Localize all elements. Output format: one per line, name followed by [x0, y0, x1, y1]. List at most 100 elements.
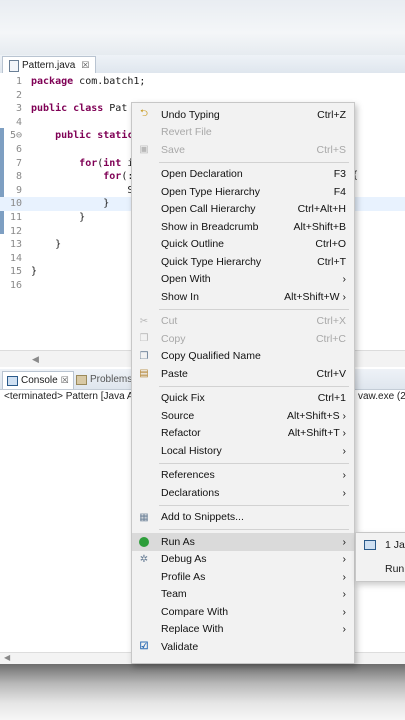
line-number: 12 — [9, 225, 22, 237]
menu-item-label: Quick Outline — [161, 238, 225, 251]
menu-item-accelerator: › — [342, 588, 347, 601]
menu-item-label: Validate — [161, 640, 199, 653]
menu-separator — [159, 308, 349, 310]
menu-item-accelerator: › — [342, 273, 347, 286]
menu-item-accelerator: › — [342, 553, 347, 566]
menu-item-label: References — [161, 469, 215, 482]
menu-item-quick-type-hierarchy[interactable]: Quick Type Hierarchy Ctrl+T — [132, 253, 354, 271]
submenu-item[interactable]: Run C — [356, 559, 405, 579]
menu-item-label: Copy — [161, 332, 186, 345]
line-number: 15 — [9, 266, 22, 278]
code-text: public static — [55, 130, 134, 142]
menu-item-label: Team — [161, 588, 187, 601]
menu-item-accelerator: › — [342, 535, 347, 548]
menu-item-open-declaration[interactable]: Open Declaration F3 — [132, 166, 354, 184]
tab-console[interactable]: Console ☒ — [2, 371, 74, 389]
close-icon[interactable]: ☒ — [81, 60, 89, 71]
java-app-icon — [364, 540, 376, 550]
menu-item-label: Open Declaration — [161, 168, 243, 181]
menu-item-open-with[interactable]: Open With › — [132, 271, 354, 289]
tab-problems[interactable]: Problems — [72, 371, 136, 388]
close-icon[interactable]: ☒ — [61, 375, 69, 386]
menu-item-label: Replace With — [161, 623, 224, 636]
code-text: } — [31, 212, 86, 223]
menu-item-quick-outline[interactable]: Quick Outline Ctrl+O — [132, 236, 354, 254]
menu-item-label: Open Type Hierarchy — [161, 185, 261, 198]
context-menu: ⮌ Undo Typing Ctrl+Z Revert File ▣ Save Ctrl+S… — [131, 102, 355, 664]
copy-icon: ❐ — [139, 333, 149, 345]
menu-item-copy-qualified-name[interactable]: ❐ Copy Qualified Name — [132, 348, 354, 366]
menu-item-open-type-hierarchy[interactable]: Open Type Hierarchy F4 — [132, 183, 354, 201]
debug-icon: ✲ — [139, 553, 149, 565]
tab-problems-label: Problems — [90, 374, 133, 385]
menu-item-quick-fix[interactable]: Quick Fix Ctrl+1 — [132, 390, 354, 408]
code-line[interactable]: 1 package com.batch1; — [0, 75, 405, 88]
code-text: public class Pat — [31, 103, 128, 115]
menu-item-open-call-hierarchy[interactable]: Open Call Hierarchy Ctrl+Alt+H — [132, 201, 354, 219]
menu-item-accelerator: › — [342, 469, 347, 482]
line-number: 7 — [15, 157, 22, 169]
menu-item-accelerator: F3 — [333, 168, 346, 181]
menu-item-label: Add to Snippets... — [161, 511, 244, 524]
code-text: S — [31, 184, 134, 196]
scroll-left-icon[interactable]: ◀ — [32, 354, 39, 365]
menu-item-validate[interactable]: ☑ Validate — [132, 638, 354, 656]
menu-item-cut[interactable]: ✂ Cut Ctrl+X — [132, 313, 354, 331]
menu-item-references[interactable]: References › — [132, 467, 354, 485]
menu-item-copy[interactable]: ❐ Copy Ctrl+C — [132, 330, 354, 348]
menu-item-team[interactable]: Team › — [132, 586, 354, 604]
menu-item-label: Copy Qualified Name — [161, 350, 261, 363]
menu-item-debug-as[interactable]: ✲ Debug As › — [132, 551, 354, 569]
menu-item-label: Paste — [161, 367, 188, 380]
menu-item-local-history[interactable]: Local History › — [132, 442, 354, 460]
menu-item-label: Refactor — [161, 427, 201, 440]
line-number: 6 — [15, 144, 22, 155]
menu-item-accelerator: › — [342, 486, 347, 499]
tab-pattern-java[interactable]: Pattern.java ☒ — [2, 56, 97, 74]
menu-item-label: Cut — [161, 315, 178, 328]
menu-item-accelerator: Ctrl+S — [316, 143, 346, 156]
menu-item-accelerator: F4 — [333, 185, 346, 198]
menu-item-profile-as[interactable]: Profile As › — [132, 568, 354, 586]
line-number: 9 — [15, 184, 22, 196]
menu-item-accelerator: Ctrl+Alt+H — [297, 203, 346, 216]
submenu-item[interactable]: 1 Jav — [356, 535, 405, 555]
menu-item-show-in-breadcrumb[interactable]: Show in Breadcrumb Alt+Shift+B — [132, 218, 354, 236]
menu-item-refactor[interactable]: Refactor Alt+Shift+T › — [132, 425, 354, 443]
console-icon — [7, 375, 18, 386]
line-number: 8 — [15, 171, 22, 183]
snippets-icon: ▦ — [139, 511, 149, 523]
menu-item-accelerator: › — [342, 623, 347, 636]
menu-item-source[interactable]: Source Alt+Shift+S › — [132, 407, 354, 425]
menu-item-label: Show in Breadcrumb — [161, 220, 259, 233]
menu-item-label: Revert File — [161, 126, 212, 139]
scroll-left-icon[interactable]: ◀ — [4, 653, 10, 662]
menu-item-accelerator: Alt+Shift+W › — [284, 290, 346, 303]
menu-item-run-as[interactable]: Run As › — [132, 533, 354, 551]
menu-item-paste[interactable]: ▤ Paste Ctrl+V — [132, 365, 354, 383]
code-line[interactable]: 2 — [0, 89, 405, 102]
code-text: package com.batch1; — [31, 76, 146, 87]
menu-item-accelerator: › — [342, 570, 347, 583]
blurred-bottom-region — [0, 664, 405, 720]
menu-item-show-in[interactable]: Show In Alt+Shift+W › — [132, 288, 354, 306]
menu-item-label: Debug As — [161, 553, 207, 566]
menu-item-label: Profile As — [161, 570, 206, 583]
menu-item-revert-file[interactable]: Revert File — [132, 124, 354, 142]
menu-item-accelerator: Ctrl+O — [315, 238, 346, 251]
blurred-top-region — [0, 0, 405, 55]
menu-item-accelerator: Alt+Shift+B — [293, 220, 346, 233]
menu-item-label: Show In — [161, 290, 199, 303]
menu-item-accelerator: Ctrl+Z — [317, 108, 346, 121]
menu-item-add-to-snippets[interactable]: ▦ Add to Snippets... — [132, 509, 354, 527]
menu-item-undo-typing[interactable]: ⮌ Undo Typing Ctrl+Z — [132, 106, 354, 124]
menu-item-declarations[interactable]: Declarations › — [132, 484, 354, 502]
terminated-text-right: vaw.exe (2 — [358, 391, 405, 402]
menu-item-compare-with[interactable]: Compare With › — [132, 603, 354, 621]
menu-item-save[interactable]: ▣ Save Ctrl+S — [132, 141, 354, 159]
menu-item-label: Quick Fix — [161, 392, 205, 405]
menu-item-replace-with[interactable]: Replace With › — [132, 621, 354, 639]
paste-icon: ▤ — [139, 368, 149, 380]
run-icon — [138, 536, 150, 548]
menu-separator — [159, 462, 349, 464]
